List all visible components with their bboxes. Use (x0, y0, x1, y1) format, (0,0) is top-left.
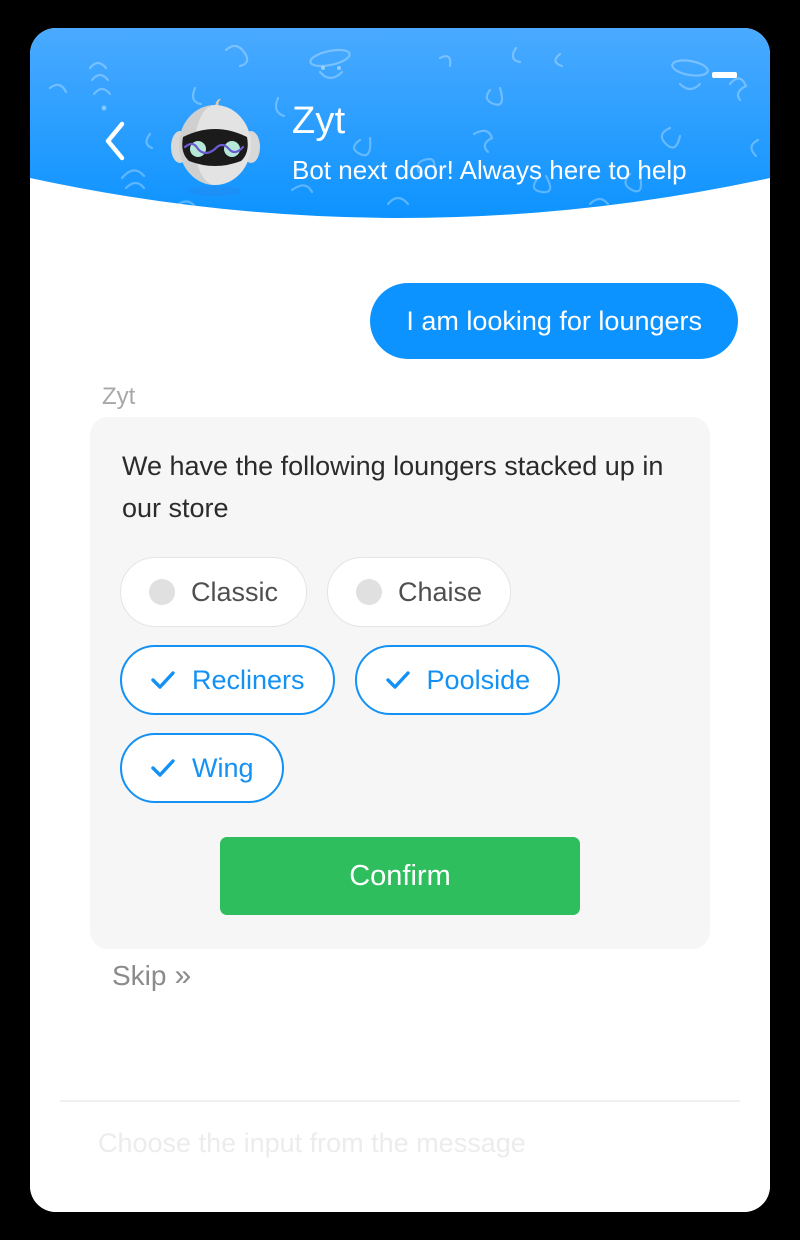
minimize-icon (711, 72, 737, 78)
chevron-left-icon (105, 121, 125, 161)
check-icon (150, 667, 176, 693)
chat-header: Zyt Bot next door! Always here to help (30, 28, 770, 248)
bot-message-text: We have the following loungers stacked u… (122, 451, 664, 523)
radio-unchecked-icon (149, 579, 175, 605)
option-chip-label: Chaise (398, 577, 483, 607)
bot-tagline: Bot next door! Always here to help (292, 155, 687, 185)
option-chip-group: Classic Chaise Recliners Poolside Wing (120, 557, 590, 803)
confirm-button-wrapper: Confirm (120, 837, 680, 915)
message-input[interactable] (98, 1126, 718, 1160)
avatar (163, 97, 268, 197)
confirm-button[interactable]: Confirm (220, 837, 580, 915)
header-content: Zyt Bot next door! Always here to help (30, 28, 770, 218)
option-chip-chaise[interactable]: Chaise (327, 557, 512, 627)
user-message-bubble: I am looking for loungers (370, 283, 738, 359)
option-chip-recliners[interactable]: Recliners (120, 645, 335, 715)
composer (30, 1102, 770, 1212)
option-chip-classic[interactable]: Classic (120, 557, 308, 627)
back-button[interactable] (92, 118, 138, 164)
check-icon (385, 667, 411, 693)
radio-unchecked-icon (356, 579, 383, 605)
skip-label: Skip (112, 960, 167, 991)
option-chip-poolside[interactable]: Poolside (354, 645, 561, 715)
bot-name: Zyt (292, 100, 346, 142)
chevron-double-right-icon: » (174, 959, 191, 992)
robot-avatar-icon (171, 98, 260, 196)
skip-button[interactable]: Skip » (112, 959, 191, 992)
option-chip-label: Recliners (192, 665, 305, 695)
option-chip-label: Wing (192, 753, 254, 783)
option-chip-label: Classic (191, 577, 279, 607)
option-chip-label: Poolside (426, 665, 531, 695)
check-icon (150, 755, 176, 781)
minimize-button[interactable] (704, 58, 744, 92)
conversation-area: I am looking for loungers Zyt We have th… (30, 248, 770, 1072)
bot-message-sender: Zyt (102, 383, 136, 410)
header-text-block: Zyt Bot next door! Always here to help (292, 98, 770, 186)
user-message-row: I am looking for loungers (370, 283, 738, 359)
chat-widget: Zyt Bot next door! Always here to help I… (30, 28, 770, 1212)
bot-message-card: We have the following loungers stacked u… (90, 417, 710, 949)
option-chip-wing[interactable]: Wing (120, 733, 284, 803)
